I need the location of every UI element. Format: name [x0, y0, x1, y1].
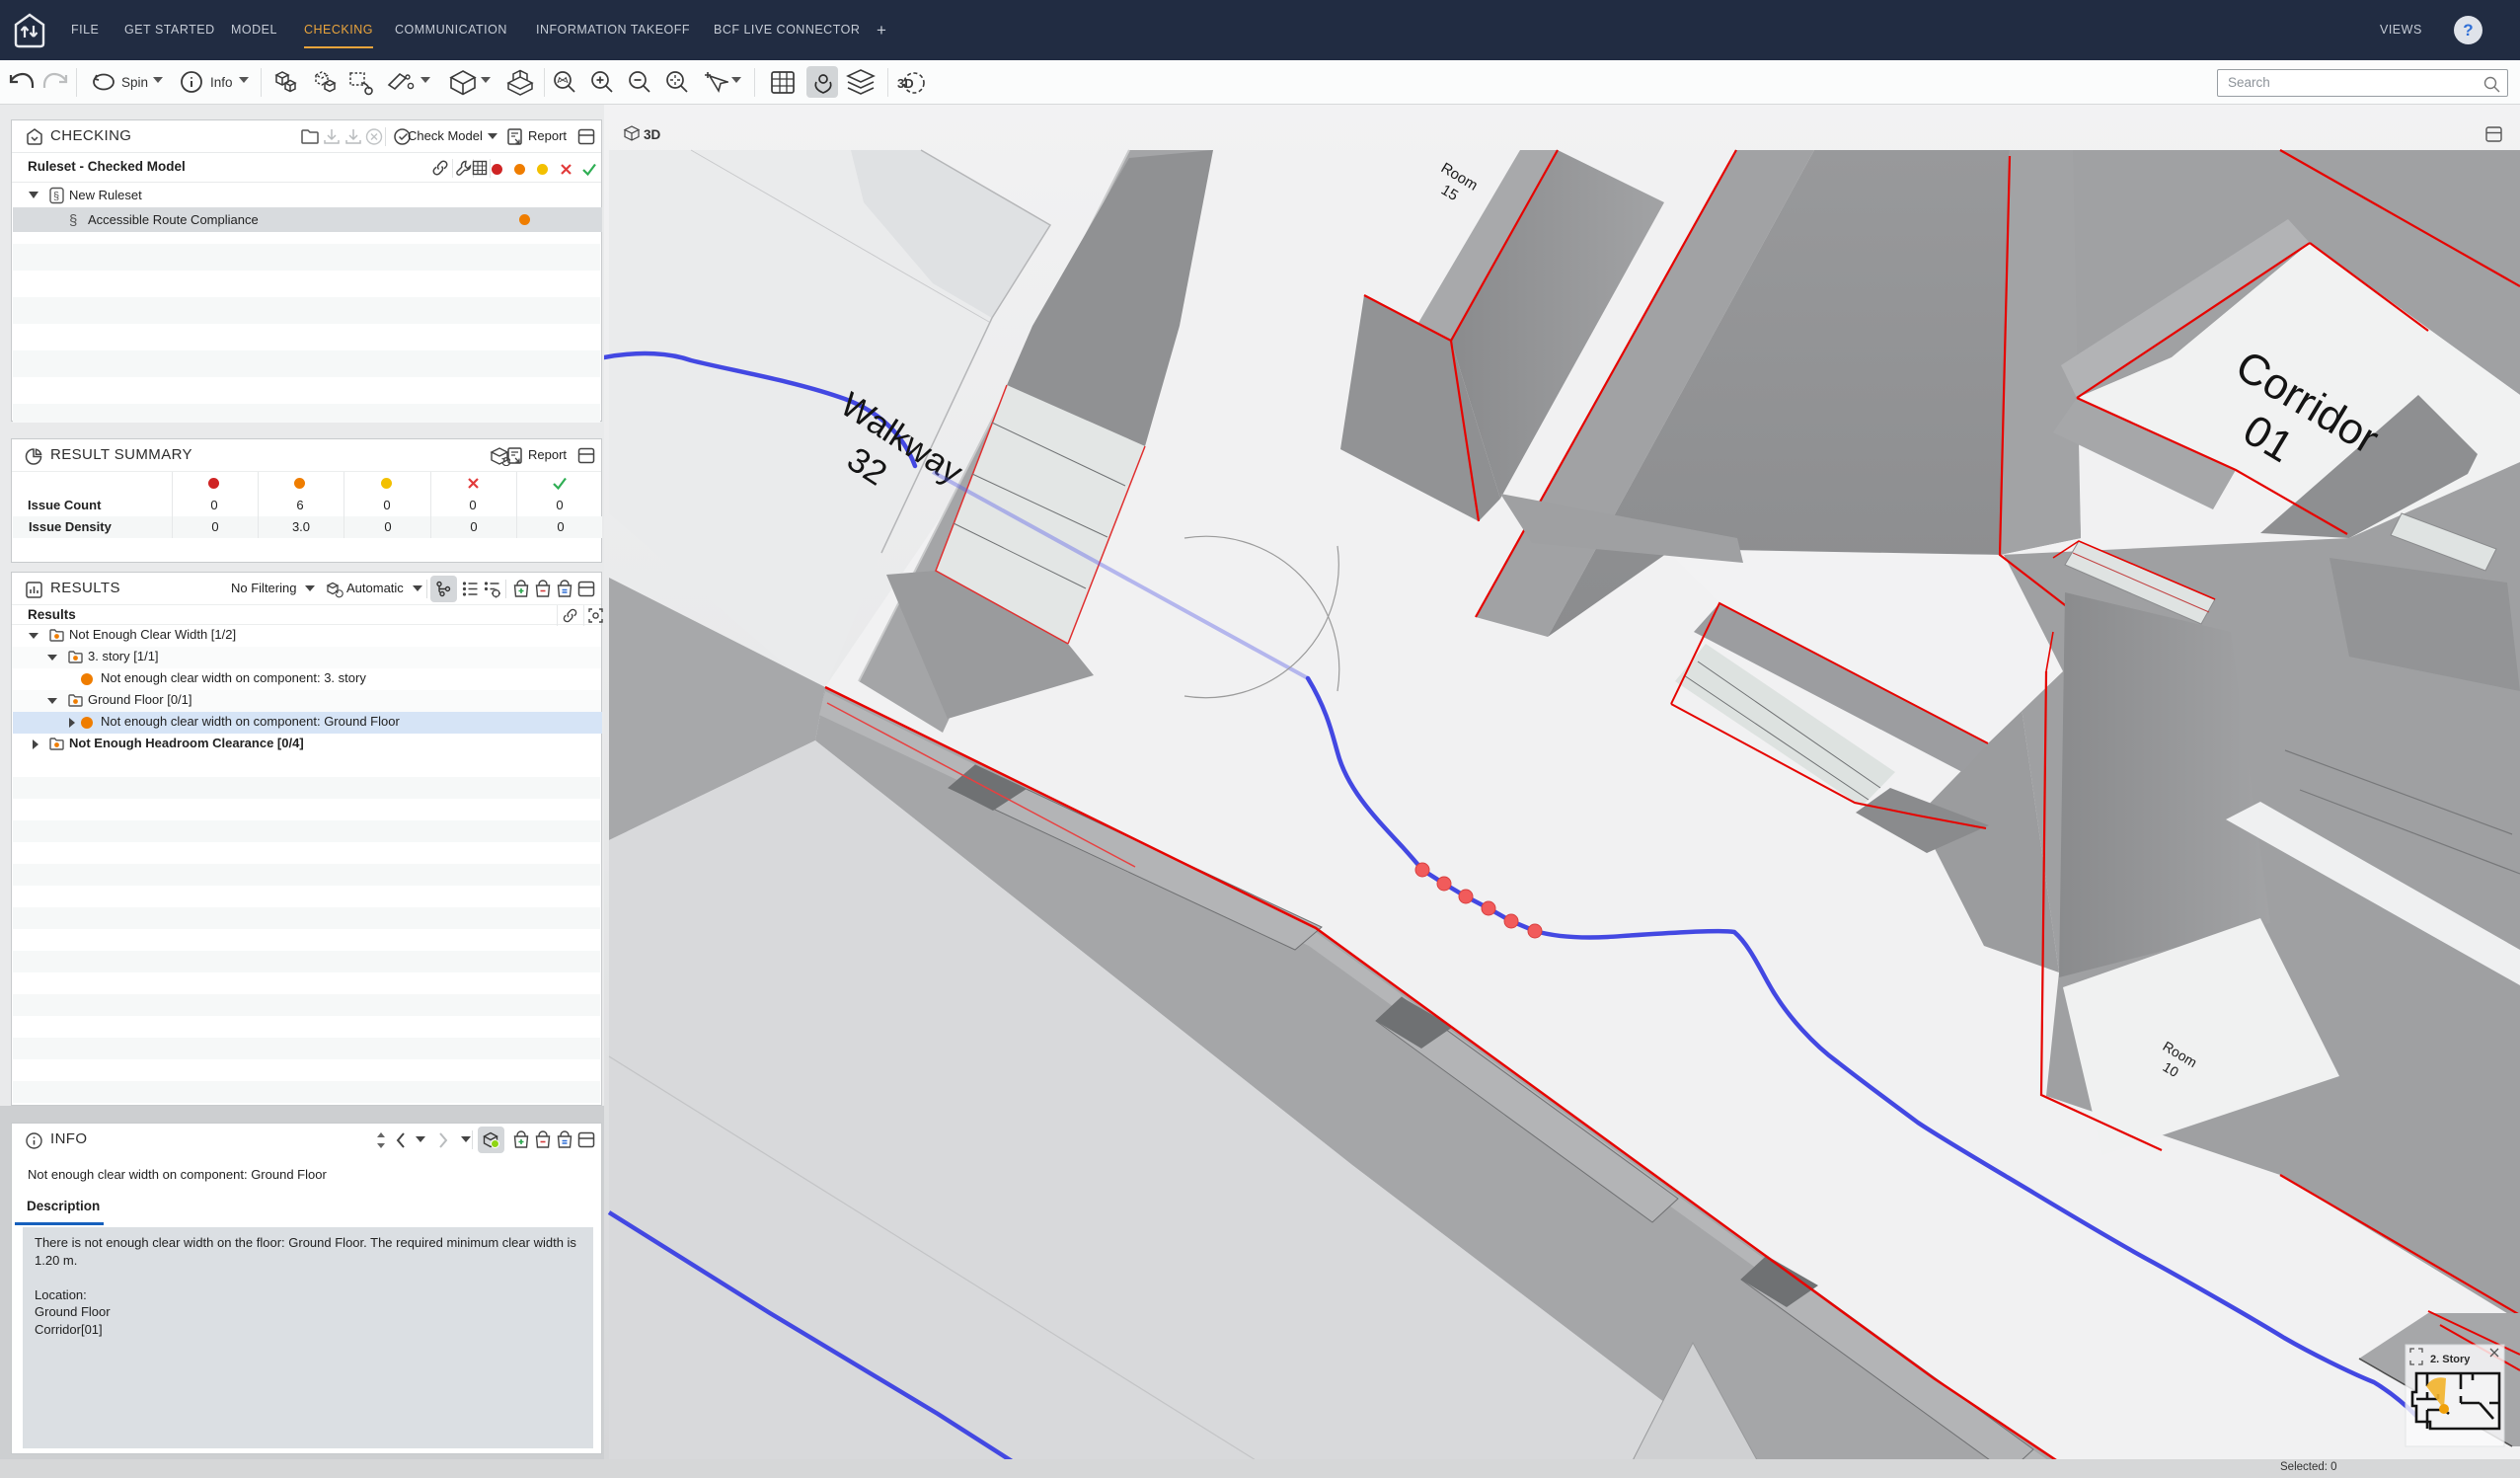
svg-text:§: § — [69, 212, 77, 229]
svg-text:3D: 3D — [897, 76, 914, 91]
svg-text:2. Story: 2. Story — [2430, 1354, 2471, 1365]
svg-text:§: § — [53, 191, 59, 202]
svg-text:3D: 3D — [644, 127, 661, 142]
